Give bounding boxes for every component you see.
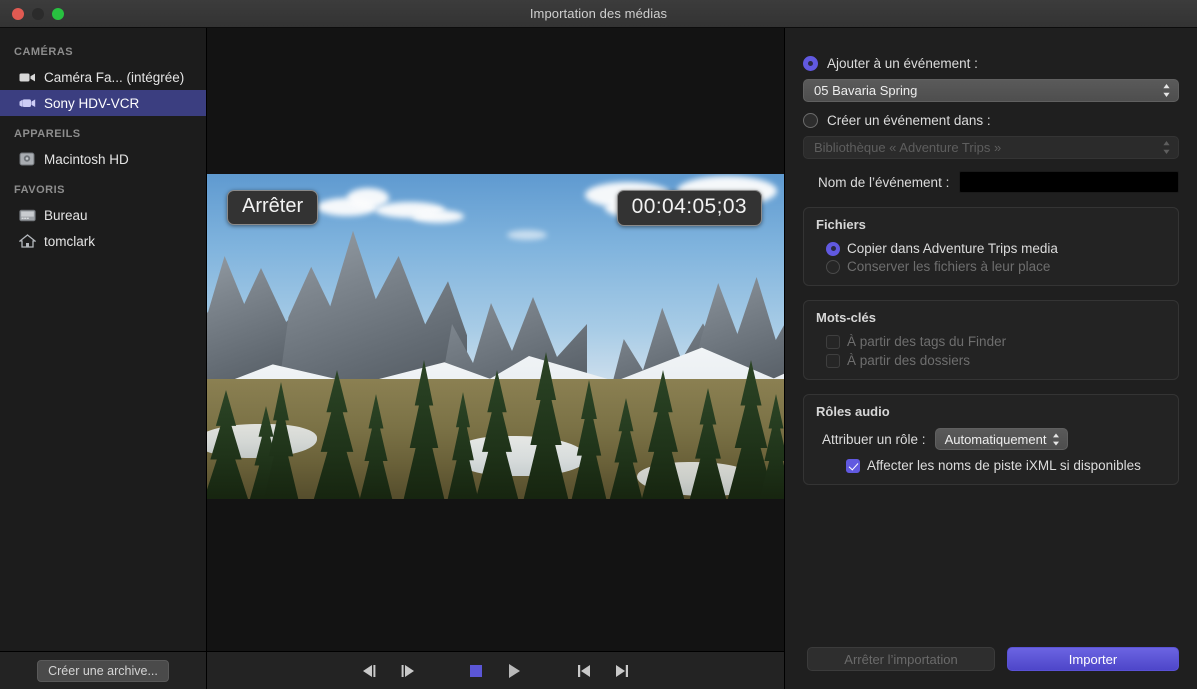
event-name-label: Nom de l’événement : <box>818 175 949 190</box>
sidebar-list: CAMÉRAS Caméra Fa... (intégrée) Sony HDV… <box>0 28 206 651</box>
assign-role-popup-button[interactable]: Automatiquement <box>935 428 1069 450</box>
event-name-input[interactable] <box>959 171 1179 193</box>
panel-actions: Arrêter l’importation Importer <box>803 647 1179 671</box>
video-preview[interactable]: Arrêter 00:04:05;03 <box>207 174 784 499</box>
step-forward-button[interactable] <box>389 656 427 686</box>
files-group: Fichiers Copier dans Adventure Trips med… <box>803 207 1179 286</box>
minimize-button[interactable] <box>32 8 44 20</box>
add-to-event-row[interactable]: Ajouter à un événement : <box>803 56 1179 71</box>
camcorder-icon <box>18 95 36 111</box>
close-button[interactable] <box>12 8 24 20</box>
home-folder-icon <box>18 233 36 249</box>
skip-start-icon <box>575 664 593 678</box>
finder-tags-checkbox <box>826 335 840 349</box>
desktop-folder-icon <box>18 207 36 223</box>
step-backward-button[interactable] <box>351 656 389 686</box>
window-title: Importation des médias <box>0 6 1197 21</box>
files-option-label: Copier dans Adventure Trips media <box>847 241 1058 256</box>
traffic-lights <box>0 8 64 20</box>
ixml-track-names-label: Affecter les noms de piste iXML si dispo… <box>867 458 1141 473</box>
ixml-track-names-row[interactable]: Affecter les noms de piste iXML si dispo… <box>816 458 1166 473</box>
chevron-up-down-icon <box>1051 432 1061 447</box>
sidebar-item-camera-facetime[interactable]: Caméra Fa... (intégrée) <box>0 64 206 90</box>
stop-button[interactable] <box>457 656 495 686</box>
keywords-option-label: À partir des dossiers <box>847 353 970 368</box>
create-event-row[interactable]: Créer un événement dans : <box>803 113 1179 128</box>
sidebar-item-label: Sony HDV-VCR <box>44 96 139 111</box>
cloud-icon <box>507 230 547 240</box>
skip-to-end-button[interactable] <box>603 656 641 686</box>
video-camera-icon <box>18 69 36 85</box>
window-body: CAMÉRAS Caméra Fa... (intégrée) Sony HDV… <box>0 28 1197 689</box>
timecode-display: 00:04:05;03 <box>617 190 762 226</box>
chevron-up-down-icon <box>1161 139 1172 156</box>
sidebar-item-tomclark[interactable]: tomclark <box>0 228 206 254</box>
cloud-icon <box>412 210 464 223</box>
preview-area: Arrêter 00:04:05;03 <box>207 28 784 651</box>
sidebar-item-label: Caméra Fa... (intégrée) <box>44 70 184 85</box>
step-forward-icon <box>398 664 417 678</box>
step-backward-icon <box>360 664 379 678</box>
sidebar-footer: Créer une archive... <box>0 651 206 689</box>
sidebar-section-header-favorites: FAVORIS <box>0 172 206 202</box>
import-options-panel: Ajouter à un événement : 05 Bavaria Spri… <box>785 28 1197 689</box>
assign-role-row: Attribuer un rôle : Automatiquement <box>816 428 1166 450</box>
audio-roles-group: Rôles audio Attribuer un rôle : Automati… <box>803 394 1179 485</box>
status-badge: Arrêter <box>227 190 318 225</box>
library-popup-button: Bibliothèque « Adventure Trips » <box>803 136 1179 159</box>
copy-to-media-radio[interactable] <box>826 242 840 256</box>
sidebar: CAMÉRAS Caméra Fa... (intégrée) Sony HDV… <box>0 28 207 689</box>
sidebar-item-sony-hdv-vcr[interactable]: Sony HDV-VCR <box>0 90 206 116</box>
sidebar-section-header-cameras: CAMÉRAS <box>0 40 206 64</box>
hard-disk-icon <box>18 151 36 167</box>
assign-role-value: Automatiquement <box>945 432 1047 447</box>
event-name-row: Nom de l’événement : <box>803 171 1179 193</box>
zoom-button[interactable] <box>52 8 64 20</box>
create-event-radio[interactable] <box>803 113 818 128</box>
stop-square-icon <box>468 663 484 679</box>
add-to-event-radio[interactable] <box>803 56 818 71</box>
skip-end-icon <box>613 664 631 678</box>
play-triangle-icon <box>505 662 523 680</box>
add-to-event-label: Ajouter à un événement : <box>827 56 978 71</box>
files-option-label: Conserver les fichiers à leur place <box>847 259 1050 274</box>
title-bar: Importation des médias <box>0 0 1197 28</box>
files-option-leave-in-place: Conserver les fichiers à leur place <box>816 259 1166 274</box>
preview-column: Arrêter 00:04:05;03 <box>207 28 785 689</box>
sidebar-item-label: tomclark <box>44 234 95 249</box>
keywords-option-finder-tags: À partir des tags du Finder <box>816 334 1166 349</box>
keywords-option-label: À partir des tags du Finder <box>847 334 1006 349</box>
sidebar-item-bureau[interactable]: Bureau <box>0 202 206 228</box>
audio-roles-group-title: Rôles audio <box>816 404 1166 419</box>
snow-patch <box>457 436 587 476</box>
event-popup-button[interactable]: 05 Bavaria Spring <box>803 79 1179 102</box>
import-button[interactable]: Importer <box>1007 647 1179 671</box>
keywords-group-title: Mots-clés <box>816 310 1166 325</box>
ixml-track-names-checkbox[interactable] <box>846 459 860 473</box>
files-option-copy[interactable]: Copier dans Adventure Trips media <box>816 241 1166 256</box>
sidebar-section-header-devices: APPAREILS <box>0 116 206 146</box>
skip-to-start-button[interactable] <box>565 656 603 686</box>
leave-in-place-radio <box>826 260 840 274</box>
sidebar-item-label: Macintosh HD <box>44 152 129 167</box>
sidebar-item-macintosh-hd[interactable]: Macintosh HD <box>0 146 206 172</box>
folders-checkbox <box>826 354 840 368</box>
stop-import-button: Arrêter l’importation <box>807 647 995 671</box>
chevron-up-down-icon <box>1161 82 1172 99</box>
play-button[interactable] <box>495 656 533 686</box>
keywords-option-folders: À partir des dossiers <box>816 353 1166 368</box>
library-popup-value: Bibliothèque « Adventure Trips » <box>814 140 1161 155</box>
sidebar-item-label: Bureau <box>44 208 88 223</box>
files-group-title: Fichiers <box>816 217 1166 232</box>
media-import-window: Importation des médias CAMÉRAS Caméra Fa… <box>0 0 1197 689</box>
create-archive-button[interactable]: Créer une archive... <box>37 660 169 682</box>
event-popup-value: 05 Bavaria Spring <box>814 83 1161 98</box>
create-event-label: Créer un événement dans : <box>827 113 991 128</box>
keywords-group: Mots-clés À partir des tags du Finder À … <box>803 300 1179 380</box>
assign-role-label: Attribuer un rôle : <box>822 432 926 447</box>
transport-controls <box>207 651 784 689</box>
